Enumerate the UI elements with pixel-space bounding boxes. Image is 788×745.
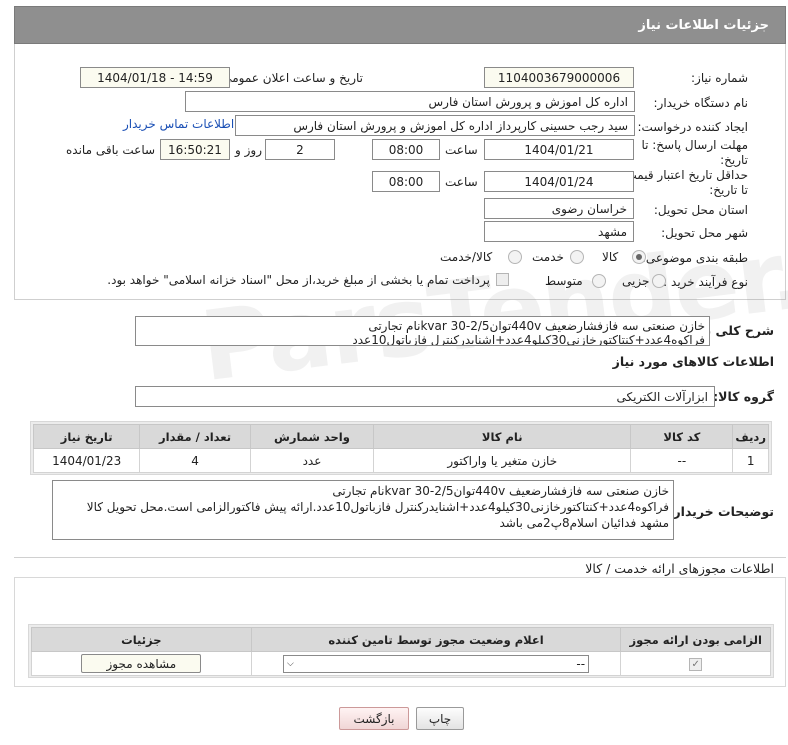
- col-permit-details: جزئیات: [31, 627, 252, 652]
- panel-header: جزئیات اطلاعات نیاز: [14, 6, 786, 44]
- send-time-field: 08:00: [372, 139, 440, 160]
- process-option-medium: متوسط: [545, 274, 583, 288]
- process-radio-minor[interactable]: [652, 274, 666, 288]
- divider: [14, 557, 786, 558]
- cell-unit: عدد: [249, 448, 375, 473]
- cell-code: --: [630, 448, 734, 473]
- permit-status-value: --: [576, 656, 586, 671]
- buyer-contact-link[interactable]: اطلاعات تماس خریدار: [123, 117, 234, 131]
- need-number-label: شماره نیاز:: [691, 71, 748, 85]
- category-option-goods-service: کالا/خدمت: [440, 250, 493, 264]
- process-radio-medium[interactable]: [592, 274, 606, 288]
- col-permit-status: اعلام وضعیت مجوز توسط تامین کننده: [250, 627, 622, 652]
- permit-required-checkbox: ✓: [689, 658, 703, 671]
- col-date: تاریخ نیاز: [32, 424, 141, 449]
- view-permit-button[interactable]: مشاهده مجوز: [81, 654, 202, 673]
- price-time-field: 08:00: [372, 171, 440, 192]
- category-option-service: خدمت: [532, 250, 564, 264]
- treasury-note: پرداخت تمام یا بخشی از مبلغ خرید،از محل …: [107, 273, 490, 287]
- process-label: نوع فرآیند خرید :: [663, 275, 748, 289]
- price-date-field: 1404/01/24: [484, 171, 634, 192]
- goods-table: ردیف کد کالا نام کالا واحد شمارش تعداد /…: [32, 424, 769, 473]
- permits-table-container: الزامی بودن ارائه مجوز اعلام وضعیت مجوز …: [28, 624, 774, 678]
- announce-label: تاریخ و ساعت اعلان عمومی:: [218, 71, 363, 85]
- treasury-checkbox[interactable]: [496, 273, 509, 286]
- category-radio-goods[interactable]: [632, 250, 646, 264]
- remaining-label: ساعت باقی مانده: [66, 143, 156, 157]
- send-date-field: 1404/01/21: [484, 139, 634, 160]
- city-field: مشهد: [484, 221, 634, 242]
- price-time-label: ساعت: [445, 175, 478, 189]
- buyer-notes-label: توضیحات خریدار:: [668, 504, 774, 519]
- cell-row: 1: [732, 448, 769, 473]
- announce-field: 1404/01/18 - 14:59: [80, 67, 230, 88]
- general-desc-field: خازن صنعتی سه فازفشارضعیف 440vتوانkvar 3…: [135, 316, 710, 346]
- remaining-time-field: 16:50:21: [160, 139, 230, 160]
- requester-field: سید رجب حسینی کارپرداز اداره کل اموزش و …: [235, 115, 635, 136]
- category-radio-service[interactable]: [570, 250, 584, 264]
- category-label: طبقه بندی موضوعی:: [641, 251, 748, 265]
- col-name: نام کالا: [373, 424, 632, 449]
- cell-date: 1404/01/23: [32, 448, 141, 473]
- goods-table-container: ردیف کد کالا نام کالا واحد شمارش تعداد /…: [30, 421, 772, 475]
- cell-permit-required: ✓: [620, 651, 771, 676]
- col-row: ردیف: [732, 424, 769, 449]
- days-label: روز و: [235, 143, 262, 157]
- province-label: استان محل تحویل:: [653, 203, 748, 217]
- send-deadline-label: مهلت ارسال پاسخ: تا تاریخ:: [641, 138, 748, 167]
- cell-name: خازن متغیر یا واراکتور: [373, 448, 632, 473]
- days-field: 2: [265, 139, 335, 160]
- category-option-goods: کالا: [602, 250, 619, 264]
- table-row: ✓ ⌵ -- مشاهده مجوز: [31, 651, 771, 676]
- need-number-field: 1104003679000006: [484, 67, 634, 88]
- send-time-label: ساعت: [445, 143, 478, 157]
- page-title: جزئیات اطلاعات نیاز: [638, 17, 769, 33]
- province-field: خراسان رضوی: [484, 198, 634, 219]
- requester-label: ایجاد کننده درخواست:: [637, 120, 748, 134]
- buyer-org-field: اداره کل اموزش و پرورش استان فارس: [185, 91, 635, 112]
- cell-permit-details: مشاهده مجوز: [31, 651, 252, 676]
- cell-permit-status: ⌵ --: [250, 651, 622, 676]
- col-permit-required: الزامی بودن ارائه مجوز: [620, 627, 771, 652]
- table-row: 1 -- خازن متغیر یا واراکتور عدد 4 1404/0…: [32, 448, 769, 473]
- col-qty: تعداد / مقدار: [139, 424, 251, 449]
- chevron-down-icon: ⌵: [287, 658, 294, 669]
- buyer-org-label: نام دستگاه خریدار:: [653, 96, 749, 110]
- buyer-notes-field: خازن صنعتی سه فازفشارضعیف 440vتوانkvar 3…: [52, 480, 674, 540]
- cell-qty: 4: [139, 448, 251, 473]
- category-radio-goods-service[interactable]: [508, 250, 522, 264]
- print-button[interactable]: چاپ: [416, 707, 464, 730]
- col-code: کد کالا: [630, 424, 734, 449]
- permits-table: الزامی بودن ارائه مجوز اعلام وضعیت مجوز …: [31, 627, 771, 676]
- back-button[interactable]: بازگشت: [339, 707, 409, 730]
- goods-group-label: گروه کالا:: [713, 389, 774, 404]
- price-validity-label: حداقل تاریخ اعتبار قیمت: تا تاریخ:: [621, 168, 748, 197]
- permit-status-select[interactable]: ⌵ --: [283, 654, 590, 673]
- permits-section-title: اطلاعات مجوزهای ارائه خدمت / کالا: [585, 561, 774, 576]
- goods-group-field: ابزارآلات الکتریکی: [135, 386, 715, 407]
- process-option-minor: جزیی: [622, 274, 650, 288]
- goods-section-title: اطلاعات کالاهای مورد نیاز: [612, 354, 774, 369]
- col-unit: واحد شمارش: [249, 424, 375, 449]
- city-label: شهر محل تحویل:: [661, 226, 748, 240]
